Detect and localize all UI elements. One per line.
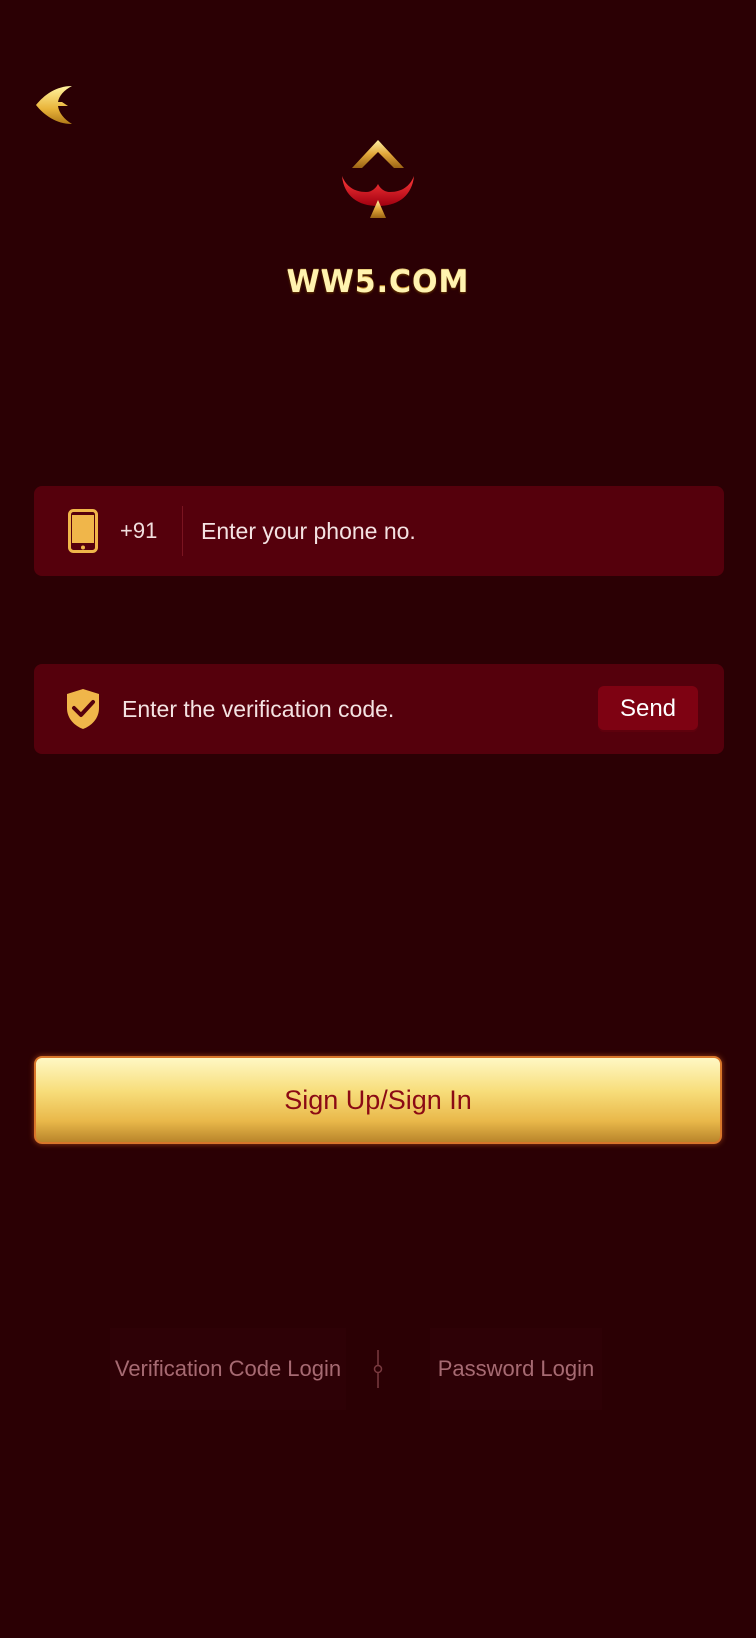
spade-logo-icon xyxy=(342,140,414,218)
phone-icon-box xyxy=(58,509,108,553)
field-divider xyxy=(182,506,183,556)
shield-icon-box xyxy=(58,688,108,730)
separator-icon xyxy=(373,1350,383,1388)
back-arrow-icon xyxy=(36,86,72,124)
phone-field[interactable]: +91 xyxy=(34,486,724,576)
password-login-tab[interactable]: Password Login xyxy=(430,1328,602,1410)
login-option-separator xyxy=(373,1350,383,1388)
sign-up-sign-in-button[interactable]: Sign Up/Sign In xyxy=(34,1056,722,1144)
brand-name: WW5.COM xyxy=(286,264,470,299)
alt-login-options: Verification Code Login Password Login xyxy=(0,1328,756,1410)
verification-code-input[interactable] xyxy=(120,678,598,740)
verification-code-field[interactable]: Send xyxy=(34,664,724,754)
phone-input[interactable] xyxy=(199,500,724,562)
verification-code-login-tab[interactable]: Verification Code Login xyxy=(110,1328,346,1410)
country-code[interactable]: +91 xyxy=(120,518,182,544)
back-button[interactable] xyxy=(30,80,80,130)
shield-check-icon xyxy=(67,689,99,729)
brand-logo: WW5.COM xyxy=(0,138,756,299)
phone-icon xyxy=(68,509,98,553)
send-code-button[interactable]: Send xyxy=(598,686,698,732)
